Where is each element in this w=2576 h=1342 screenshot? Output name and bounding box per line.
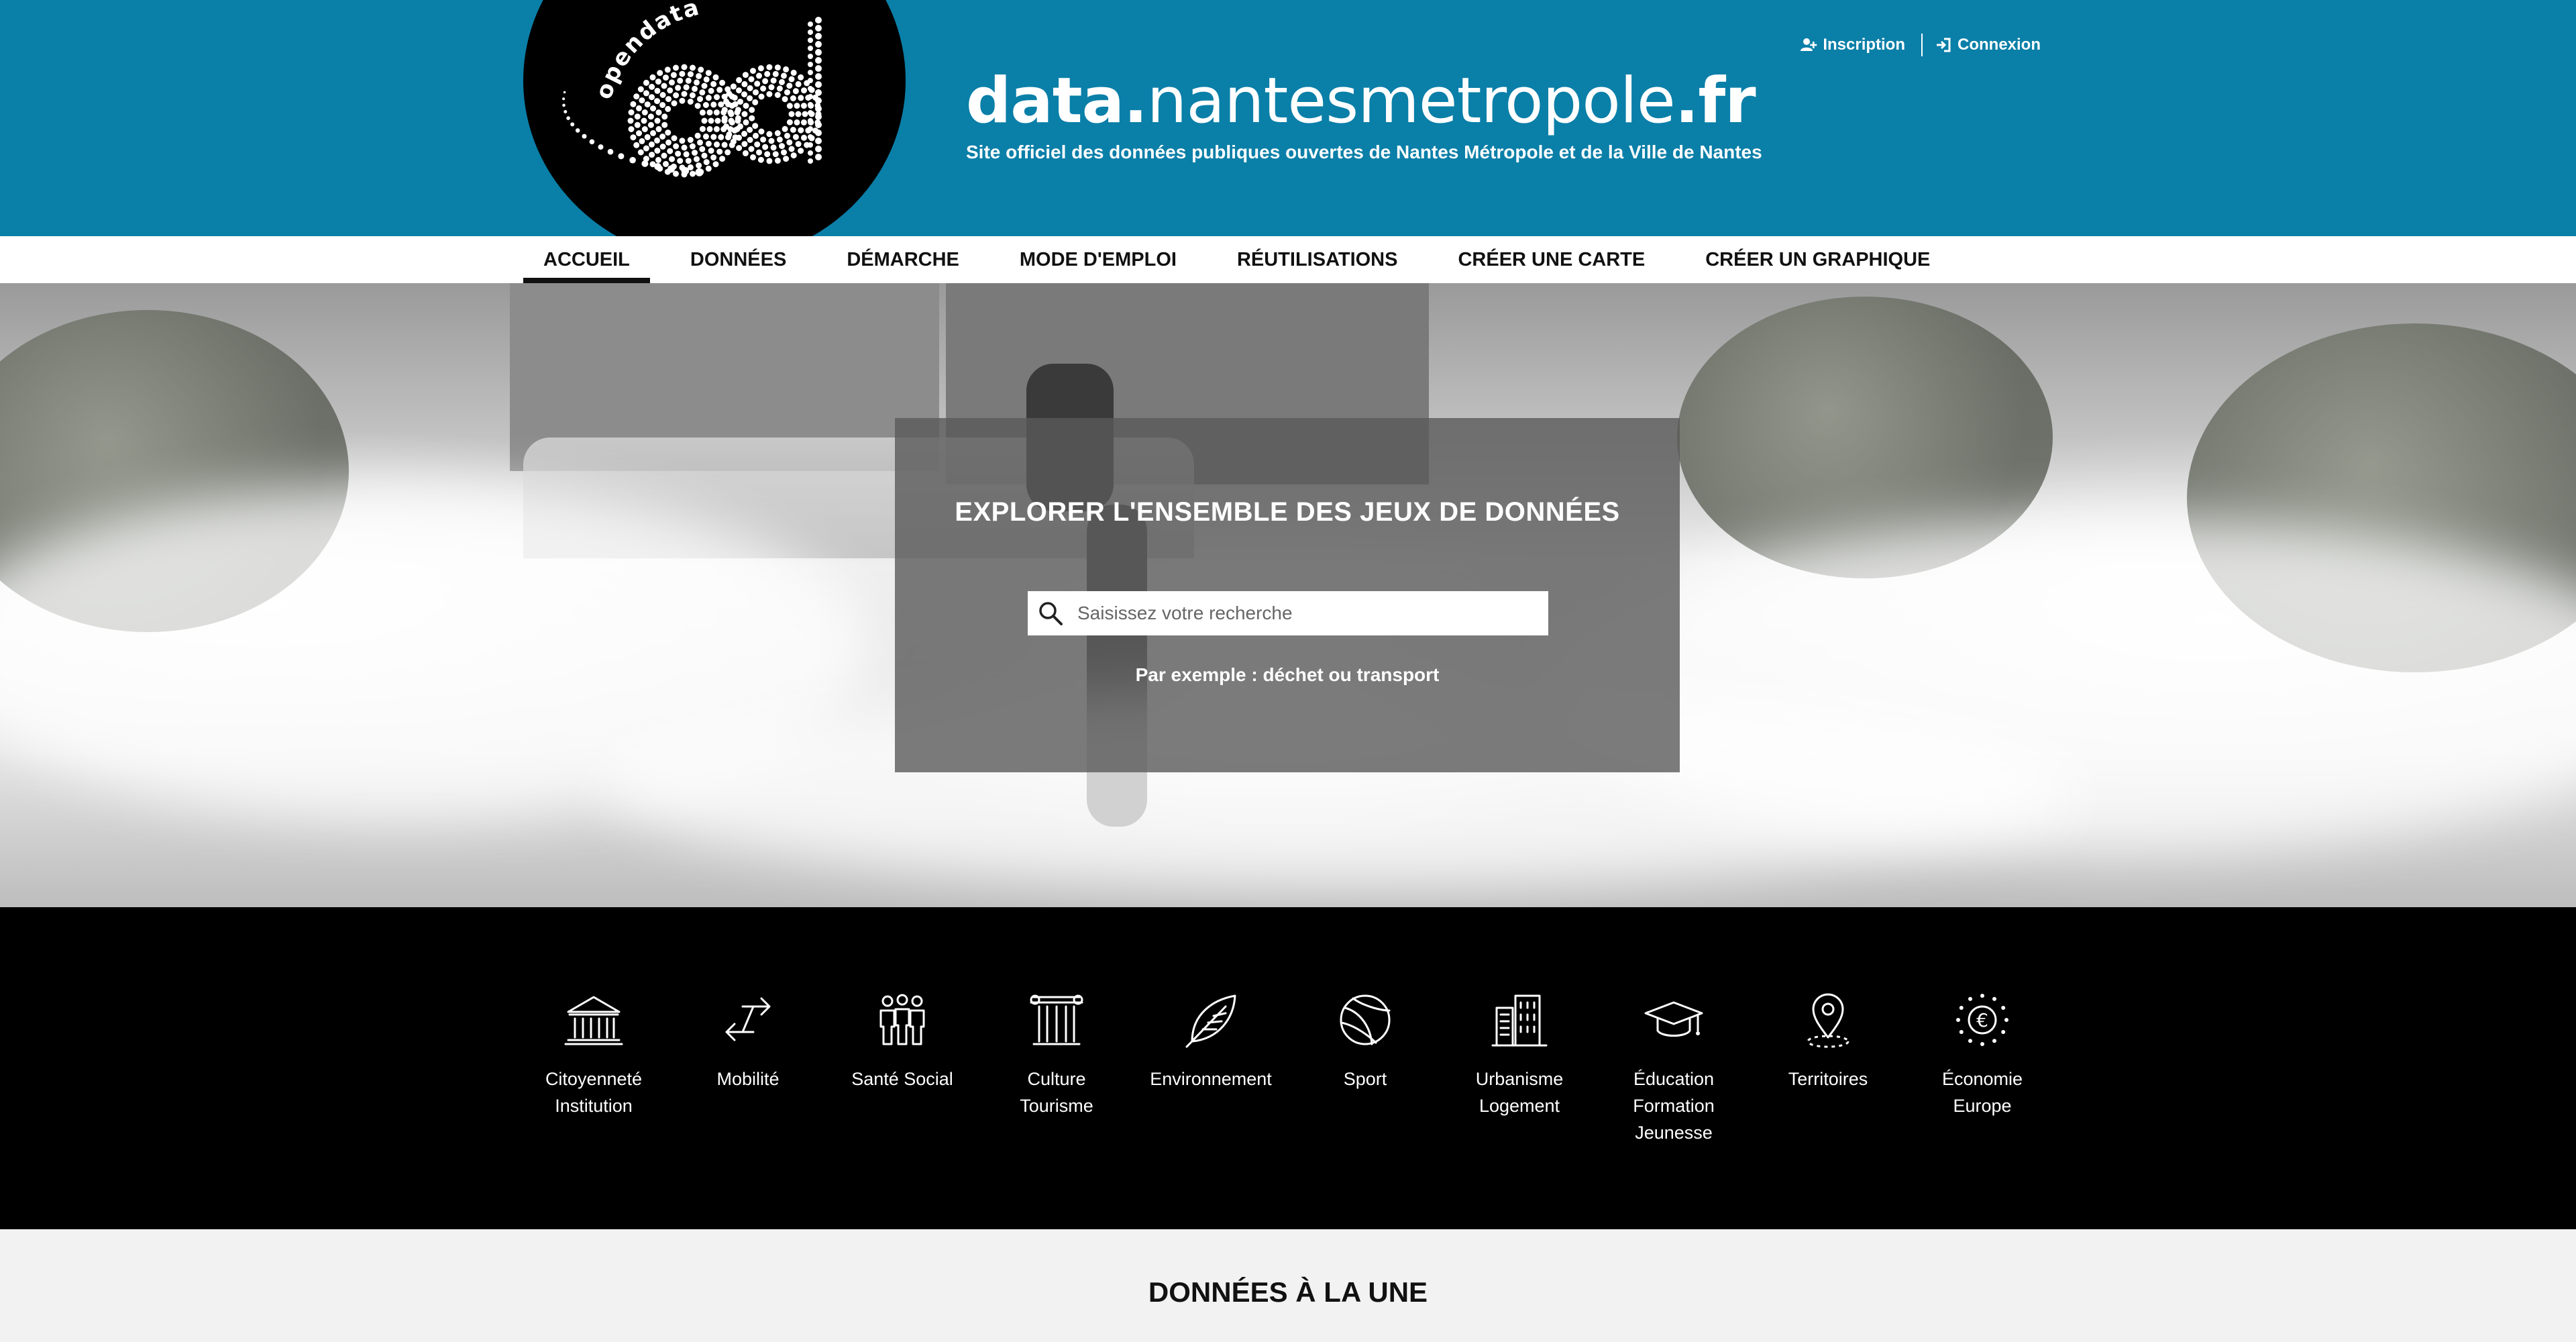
register-link[interactable]: Inscription	[1800, 36, 1905, 54]
category-label: Territoires	[1788, 1069, 1868, 1089]
nav-item[interactable]: ACCUEIL	[523, 236, 650, 283]
category-label: Environnement	[1150, 1069, 1272, 1089]
category-item[interactable]: Citoyenneté Institution	[517, 986, 671, 1146]
search-example: Par exemple : déchet ou transport	[1135, 664, 1440, 685]
nav-item[interactable]: RÉUTILISATIONS	[1217, 236, 1418, 283]
opendata-logo-mark: opendata	[562, 0, 822, 178]
nav-item[interactable]: CRÉER UN GRAPHIQUE	[1685, 236, 1950, 283]
featured-section: DONNÉES À LA UNE	[0, 1229, 2576, 1342]
category-item[interactable]: Éducation Formation Jeunesse	[1597, 986, 1751, 1146]
category-item[interactable]: € Économie Europe	[1905, 986, 2059, 1146]
main-nav: ACCUEIL DONNÉES DÉMARCHE MODE D'EMPLOI RÉUTI…	[0, 236, 2576, 283]
category-item[interactable]: Territoires	[1751, 986, 1905, 1146]
map-pin-icon	[1794, 986, 1862, 1053]
nav-item[interactable]: DÉMARCHE	[826, 236, 979, 283]
category-label: Économie Europe	[1941, 1069, 2023, 1116]
featured-title: DONNÉES À LA UNE	[1148, 1276, 1428, 1308]
category-item[interactable]: Environnement	[1134, 986, 1288, 1146]
auth-links: Inscription Connexion	[1800, 34, 2041, 56]
category-label: Santé Social	[851, 1069, 953, 1089]
site-title[interactable]: data.nantesmetropole.fr	[966, 64, 1756, 138]
category-label: Culture Tourisme	[1020, 1069, 1093, 1116]
category-list: Citoyenneté Institution Mobilité Santé Soc…	[517, 986, 2059, 1146]
nav-items: ACCUEIL DONNÉES DÉMARCHE MODE D'EMPLOI RÉUTI…	[523, 236, 1970, 283]
column-icon	[1023, 986, 1090, 1053]
hero-banner: EXPLORER L'ENSEMBLE DES JEUX DE DONNÉES …	[0, 283, 2576, 907]
ball-icon	[1332, 986, 1399, 1053]
category-item[interactable]: Santé Social	[825, 986, 979, 1146]
category-label: Éducation Formation Jeunesse	[1633, 1069, 1715, 1143]
opendata-logo[interactable]: opendata	[523, 0, 906, 236]
category-item[interactable]: Urbanisme Logement	[1442, 986, 1597, 1146]
search-field[interactable]	[1028, 591, 1548, 635]
site-subtitle: Site officiel des données publiques ouve…	[966, 142, 1762, 162]
category-item[interactable]: Culture Tourisme	[979, 986, 1134, 1146]
arrows-exchange-icon	[714, 986, 782, 1053]
login-label: Connexion	[1957, 36, 2041, 54]
search-icon[interactable]	[1037, 600, 1064, 627]
sign-in-icon	[1937, 38, 1951, 52]
leaf-icon	[1177, 986, 1244, 1053]
category-label: Urbanisme Logement	[1475, 1069, 1564, 1116]
category-label: Citoyenneté Institution	[545, 1069, 643, 1116]
nav-item[interactable]: MODE D'EMPLOI	[1000, 236, 1197, 283]
search-input[interactable]	[1077, 593, 1548, 633]
category-label: Sport	[1343, 1069, 1387, 1089]
category-bar: Citoyenneté Institution Mobilité Santé Soc…	[0, 907, 2576, 1229]
auth-separator	[1921, 34, 1923, 56]
login-link[interactable]: Connexion	[1935, 36, 2041, 54]
category-item[interactable]: Sport	[1288, 986, 1442, 1146]
svg-text:€: €	[1976, 1009, 1988, 1031]
search-title: EXPLORER L'ENSEMBLE DES JEUX DE DONNÉES	[955, 497, 1620, 527]
nav-item[interactable]: CRÉER UNE CARTE	[1438, 236, 1665, 283]
people-icon	[869, 986, 936, 1053]
category-label: Mobilité	[716, 1069, 780, 1089]
buildings-icon	[1486, 986, 1553, 1053]
euro-stars-icon: €	[1949, 986, 2016, 1053]
nav-item[interactable]: DONNÉES	[670, 236, 806, 283]
graduation-cap-icon	[1640, 986, 1707, 1053]
institution-icon	[560, 986, 627, 1053]
register-label: Inscription	[1823, 36, 1905, 54]
user-plus-icon	[1801, 38, 1817, 51]
site-header: opendata data.nantesmetropole.fr Site of…	[0, 0, 2576, 236]
category-item[interactable]: Mobilité	[671, 986, 825, 1146]
search-panel: EXPLORER L'ENSEMBLE DES JEUX DE DONNÉES …	[895, 418, 1680, 772]
